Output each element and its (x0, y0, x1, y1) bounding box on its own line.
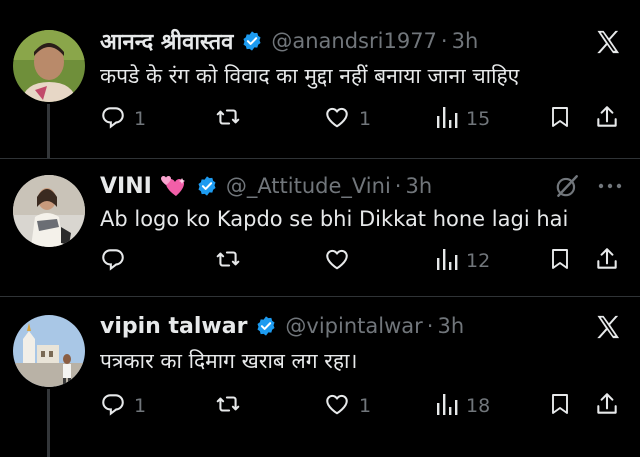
tweet-text: Ab logo ko Kapdo se bhi Dikkat hone lagi… (100, 207, 569, 231)
separator-dot: · (394, 174, 402, 198)
views-icon (436, 246, 458, 276)
x-logo-icon[interactable] (594, 313, 622, 341)
bookmark-button[interactable] (548, 246, 572, 276)
retweet-button[interactable] (214, 246, 250, 276)
views-button[interactable]: 15 (436, 104, 490, 134)
separator-dot: · (426, 314, 434, 338)
retweet-icon (214, 391, 242, 421)
reply-button[interactable] (100, 246, 134, 276)
like-icon (323, 391, 351, 421)
views-count: 12 (466, 250, 491, 272)
bookmark-icon (548, 246, 572, 276)
views-count: 15 (466, 108, 491, 130)
tweet-header: VINI @_Attitude_Vini · 3h (100, 169, 432, 203)
bookmark-icon (548, 104, 572, 134)
like-button[interactable] (323, 246, 359, 276)
reply-count: 1 (134, 108, 147, 130)
like-icon (323, 246, 351, 276)
bookmark-icon (548, 391, 572, 421)
timestamp[interactable]: 3h (437, 314, 464, 338)
like-button[interactable]: 1 (323, 391, 371, 421)
like-button[interactable]: 1 (323, 104, 371, 134)
user-handle[interactable]: @vipintalwar (285, 314, 422, 338)
tweet-header: आनन्द श्रीवास्तव @anandsri1977 · 3h (100, 24, 478, 58)
reply-count: 1 (134, 395, 147, 417)
like-count: 1 (359, 108, 372, 130)
action-bar: 12 (100, 246, 620, 276)
verified-badge-icon (241, 30, 263, 52)
retweet-icon (214, 104, 242, 134)
share-button[interactable] (594, 246, 620, 276)
retweet-icon (214, 246, 242, 276)
tweet-1[interactable]: आनन्द श्रीवास्तव @anandsri1977 · 3h कपडे… (0, 0, 640, 158)
like-icon (323, 104, 351, 134)
views-button[interactable]: 18 (436, 391, 490, 421)
thread-line (47, 104, 50, 158)
verified-badge-icon (255, 315, 277, 337)
action-bar: 1 1 15 (100, 104, 620, 134)
verified-badge-icon (196, 175, 218, 197)
display-name[interactable]: vipin talwar (100, 314, 247, 339)
retweet-button[interactable] (214, 104, 250, 134)
separator-dot: · (440, 29, 448, 53)
more-icon[interactable] (596, 175, 624, 197)
reply-icon (100, 104, 126, 134)
timestamp[interactable]: 3h (452, 29, 479, 53)
share-button[interactable] (594, 104, 620, 134)
share-icon (594, 246, 620, 276)
action-bar: 1 1 18 (100, 391, 620, 421)
grok-icon[interactable] (554, 173, 580, 199)
share-icon (594, 391, 620, 421)
timestamp[interactable]: 3h (405, 174, 432, 198)
avatar[interactable] (13, 30, 85, 102)
display-name[interactable]: आनन्द श्रीवास्तव (100, 26, 233, 56)
reply-button[interactable]: 1 (100, 104, 146, 134)
retweet-button[interactable] (214, 391, 250, 421)
share-button[interactable] (594, 391, 620, 421)
avatar[interactable] (13, 175, 85, 247)
reply-icon (100, 246, 126, 276)
bookmark-button[interactable] (548, 391, 572, 421)
tweet-3[interactable]: vipin talwar @vipintalwar · 3h पत्रकार क… (0, 297, 640, 457)
share-icon (594, 104, 620, 134)
hearts-emoji-icon (160, 174, 188, 198)
user-handle[interactable]: @_Attitude_Vini (226, 174, 391, 198)
tweet-text: पत्रकार का दिमाग खराब लग रहा। (100, 349, 358, 373)
views-icon (436, 104, 458, 134)
display-name[interactable]: VINI (100, 174, 152, 199)
avatar[interactable] (13, 315, 85, 387)
x-logo-icon[interactable] (594, 28, 622, 56)
like-count: 1 (359, 395, 372, 417)
thread-line (47, 389, 50, 457)
bookmark-button[interactable] (548, 104, 572, 134)
tweet-2[interactable]: VINI @_Attitude_Vini · 3h Ab logo ko Kap… (0, 159, 640, 296)
tweet-text: कपडे के रंग को विवाद का मुद्दा नहीं बनाय… (100, 64, 520, 88)
user-handle[interactable]: @anandsri1977 (271, 29, 437, 53)
reply-icon (100, 391, 126, 421)
views-count: 18 (466, 395, 491, 417)
views-button[interactable]: 12 (436, 246, 490, 276)
reply-button[interactable]: 1 (100, 391, 146, 421)
views-icon (436, 391, 458, 421)
tweet-header: vipin talwar @vipintalwar · 3h (100, 309, 464, 343)
